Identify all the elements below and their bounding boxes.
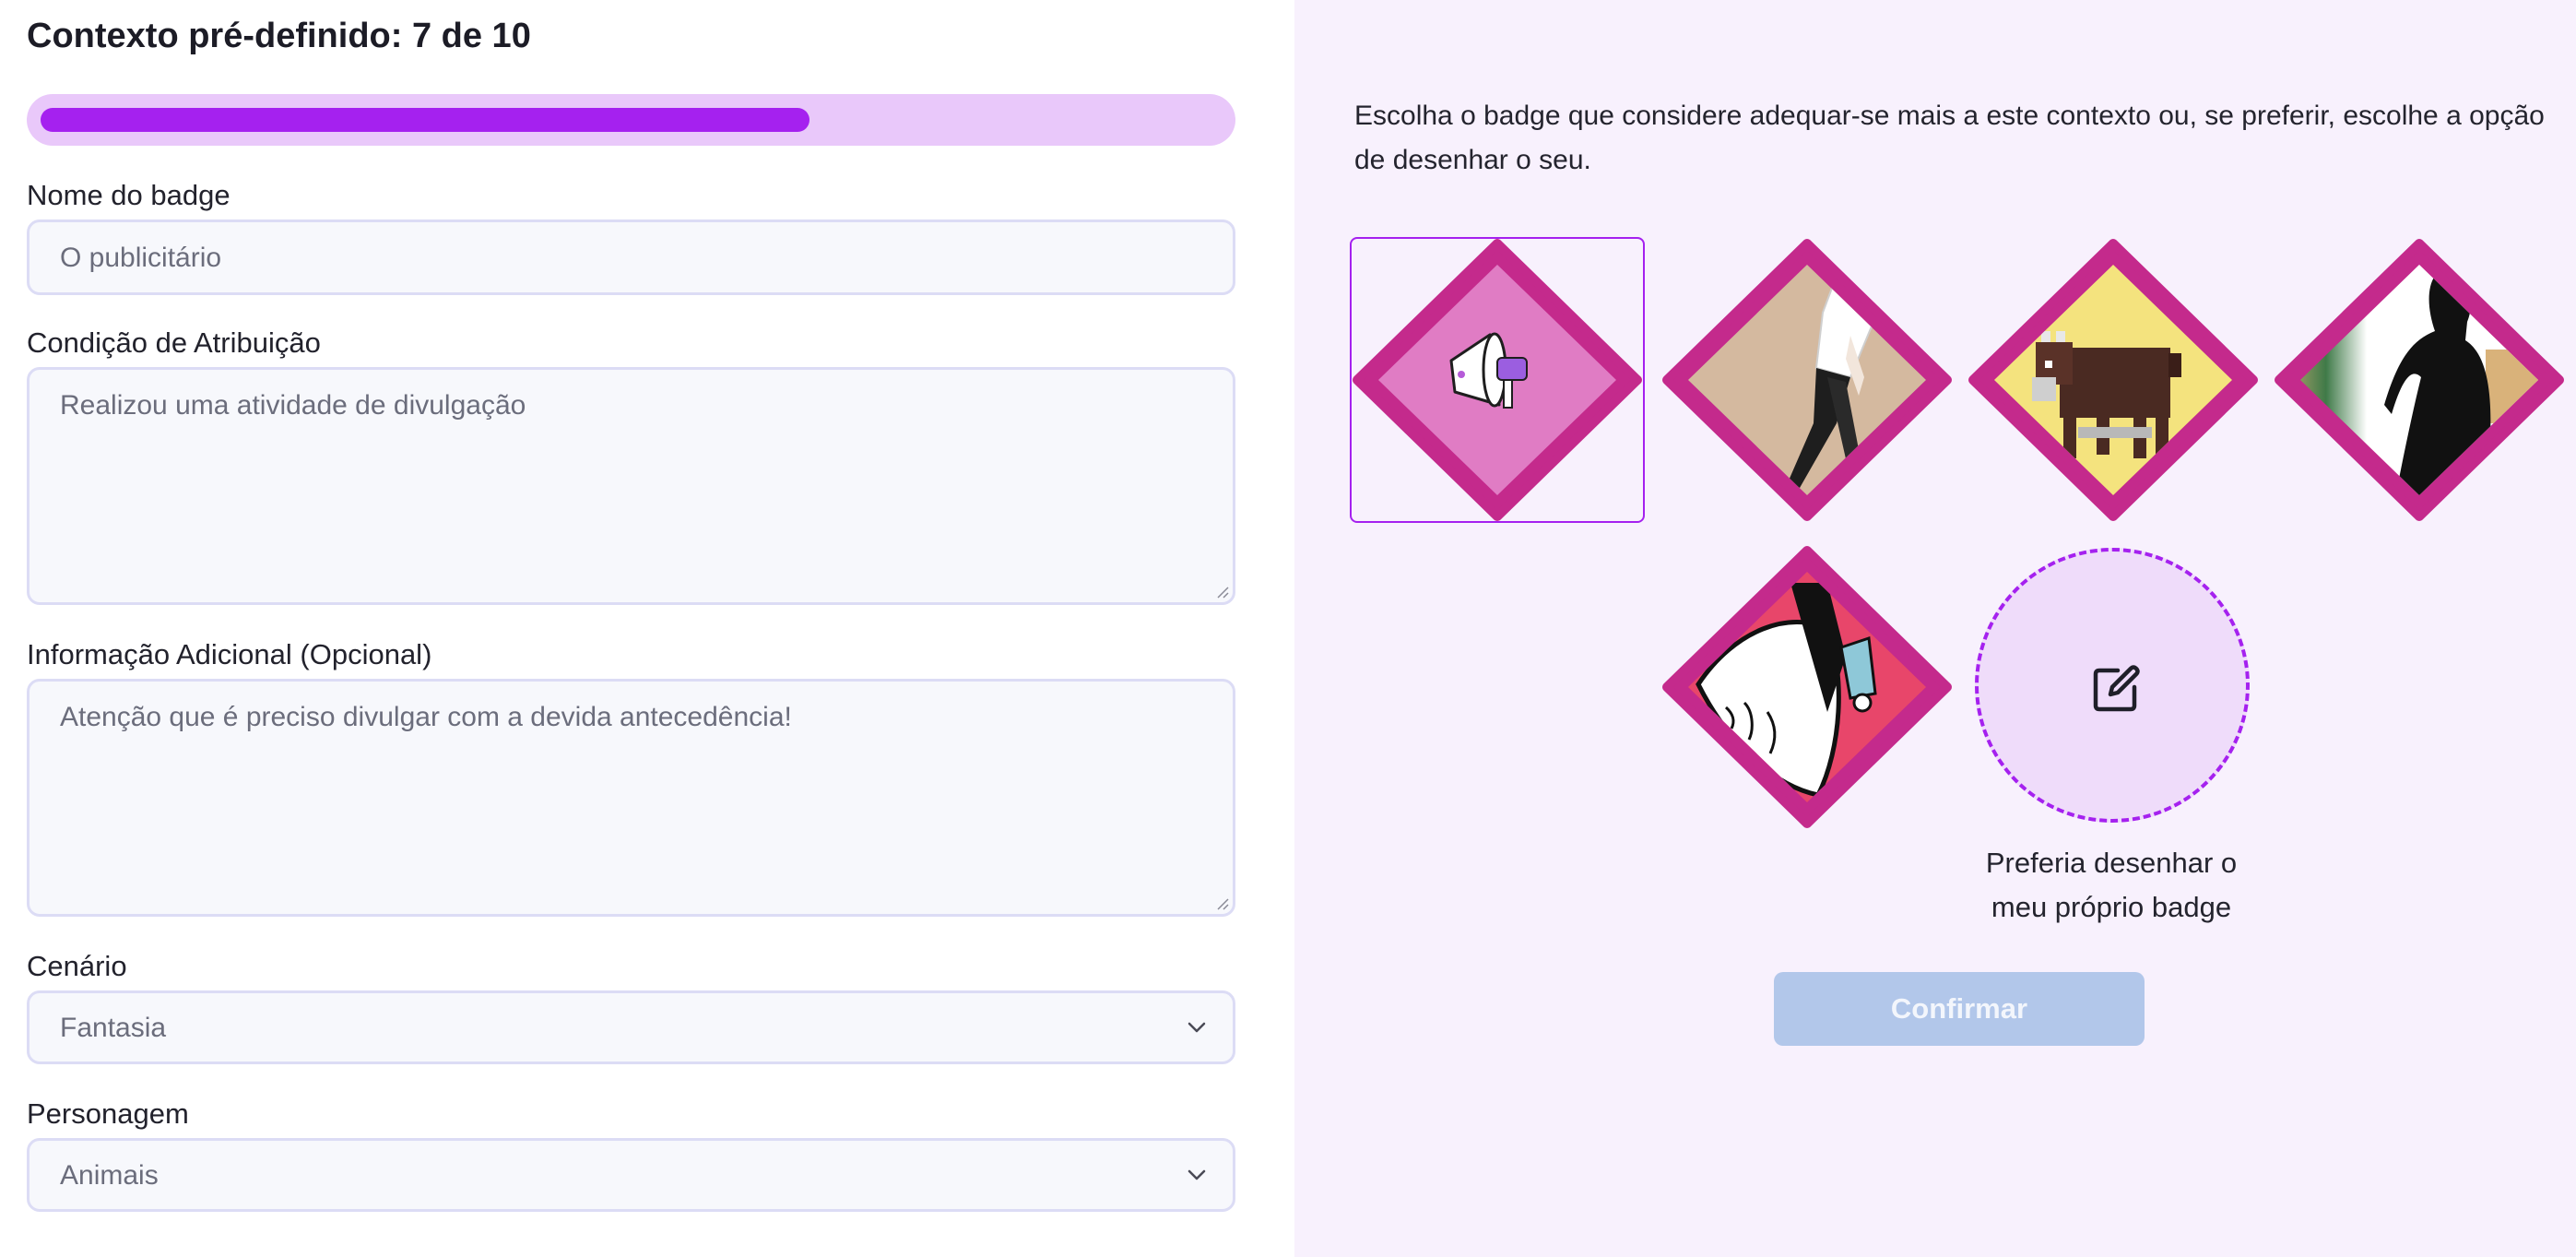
extra-info-textarea[interactable]: Atenção que é preciso divulgar com a dev… (27, 679, 1235, 917)
badge-option-megaphone[interactable] (1350, 237, 1645, 523)
extra-info-value: Atenção que é preciso divulgar com a dev… (60, 702, 792, 732)
condition-value: Realizou uma atividade de divulgação (60, 390, 526, 421)
cartoon-character-icon (1662, 546, 1952, 828)
extra-info-label: Informação Adicional (Opcional) (27, 638, 432, 670)
character-select[interactable]: Animais (27, 1138, 1235, 1212)
badge-instructions: Escolha o badge que considere adequar-se… (1354, 101, 2545, 175)
resize-handle-icon[interactable] (1214, 584, 1229, 599)
character-selected-value: Animais (60, 1160, 159, 1191)
draw-own-caption: Preferia desenhar o meu próprio badge (1927, 841, 2296, 930)
walking-figure-icon (1662, 239, 1952, 521)
draw-own-badge-button[interactable] (1975, 548, 2250, 823)
draw-own-caption-line: meu próprio badge (1991, 891, 2232, 923)
chevron-down-icon (1188, 1169, 1206, 1180)
badge-option-walking-figure[interactable] (1660, 237, 1955, 523)
progress-bar-fill (41, 108, 809, 132)
badge-name-label: Nome do badge (27, 179, 230, 211)
badge-name-input[interactable]: O publicitário (27, 219, 1235, 295)
progress-bar (27, 94, 1235, 146)
resize-handle-icon[interactable] (1214, 895, 1229, 910)
badge-option-cartoon-character[interactable] (1660, 544, 1955, 830)
character-label: Personagem (27, 1097, 189, 1130)
badge-option-pixel-bison[interactable] (1966, 237, 2261, 523)
confirm-button[interactable]: Confirmar (1774, 972, 2145, 1046)
page-title: Contexto pré-definido: 7 de 10 (27, 17, 531, 55)
scenario-selected-value: Fantasia (60, 1013, 167, 1043)
megaphone-icon (1353, 239, 1642, 521)
pixel-bison-icon (1968, 239, 2258, 521)
badge-name-value: O publicitário (60, 243, 222, 273)
condition-textarea[interactable]: Realizou uma atividade de divulgação (27, 367, 1235, 605)
scenario-label: Cenário (27, 950, 127, 982)
scenario-select[interactable]: Fantasia (27, 990, 1235, 1064)
badge-option-silhouette[interactable] (2272, 237, 2567, 523)
draw-own-caption-line: Preferia desenhar o (1985, 847, 2238, 879)
chevron-down-icon (1188, 1022, 1206, 1033)
form-panel: Contexto pré-definido: 7 de 10 Nome do b… (0, 0, 1294, 1257)
edit-icon (2093, 665, 2140, 712)
condition-label: Condição de Atribuição (27, 326, 321, 359)
silhouette-figure-icon (2275, 239, 2564, 521)
